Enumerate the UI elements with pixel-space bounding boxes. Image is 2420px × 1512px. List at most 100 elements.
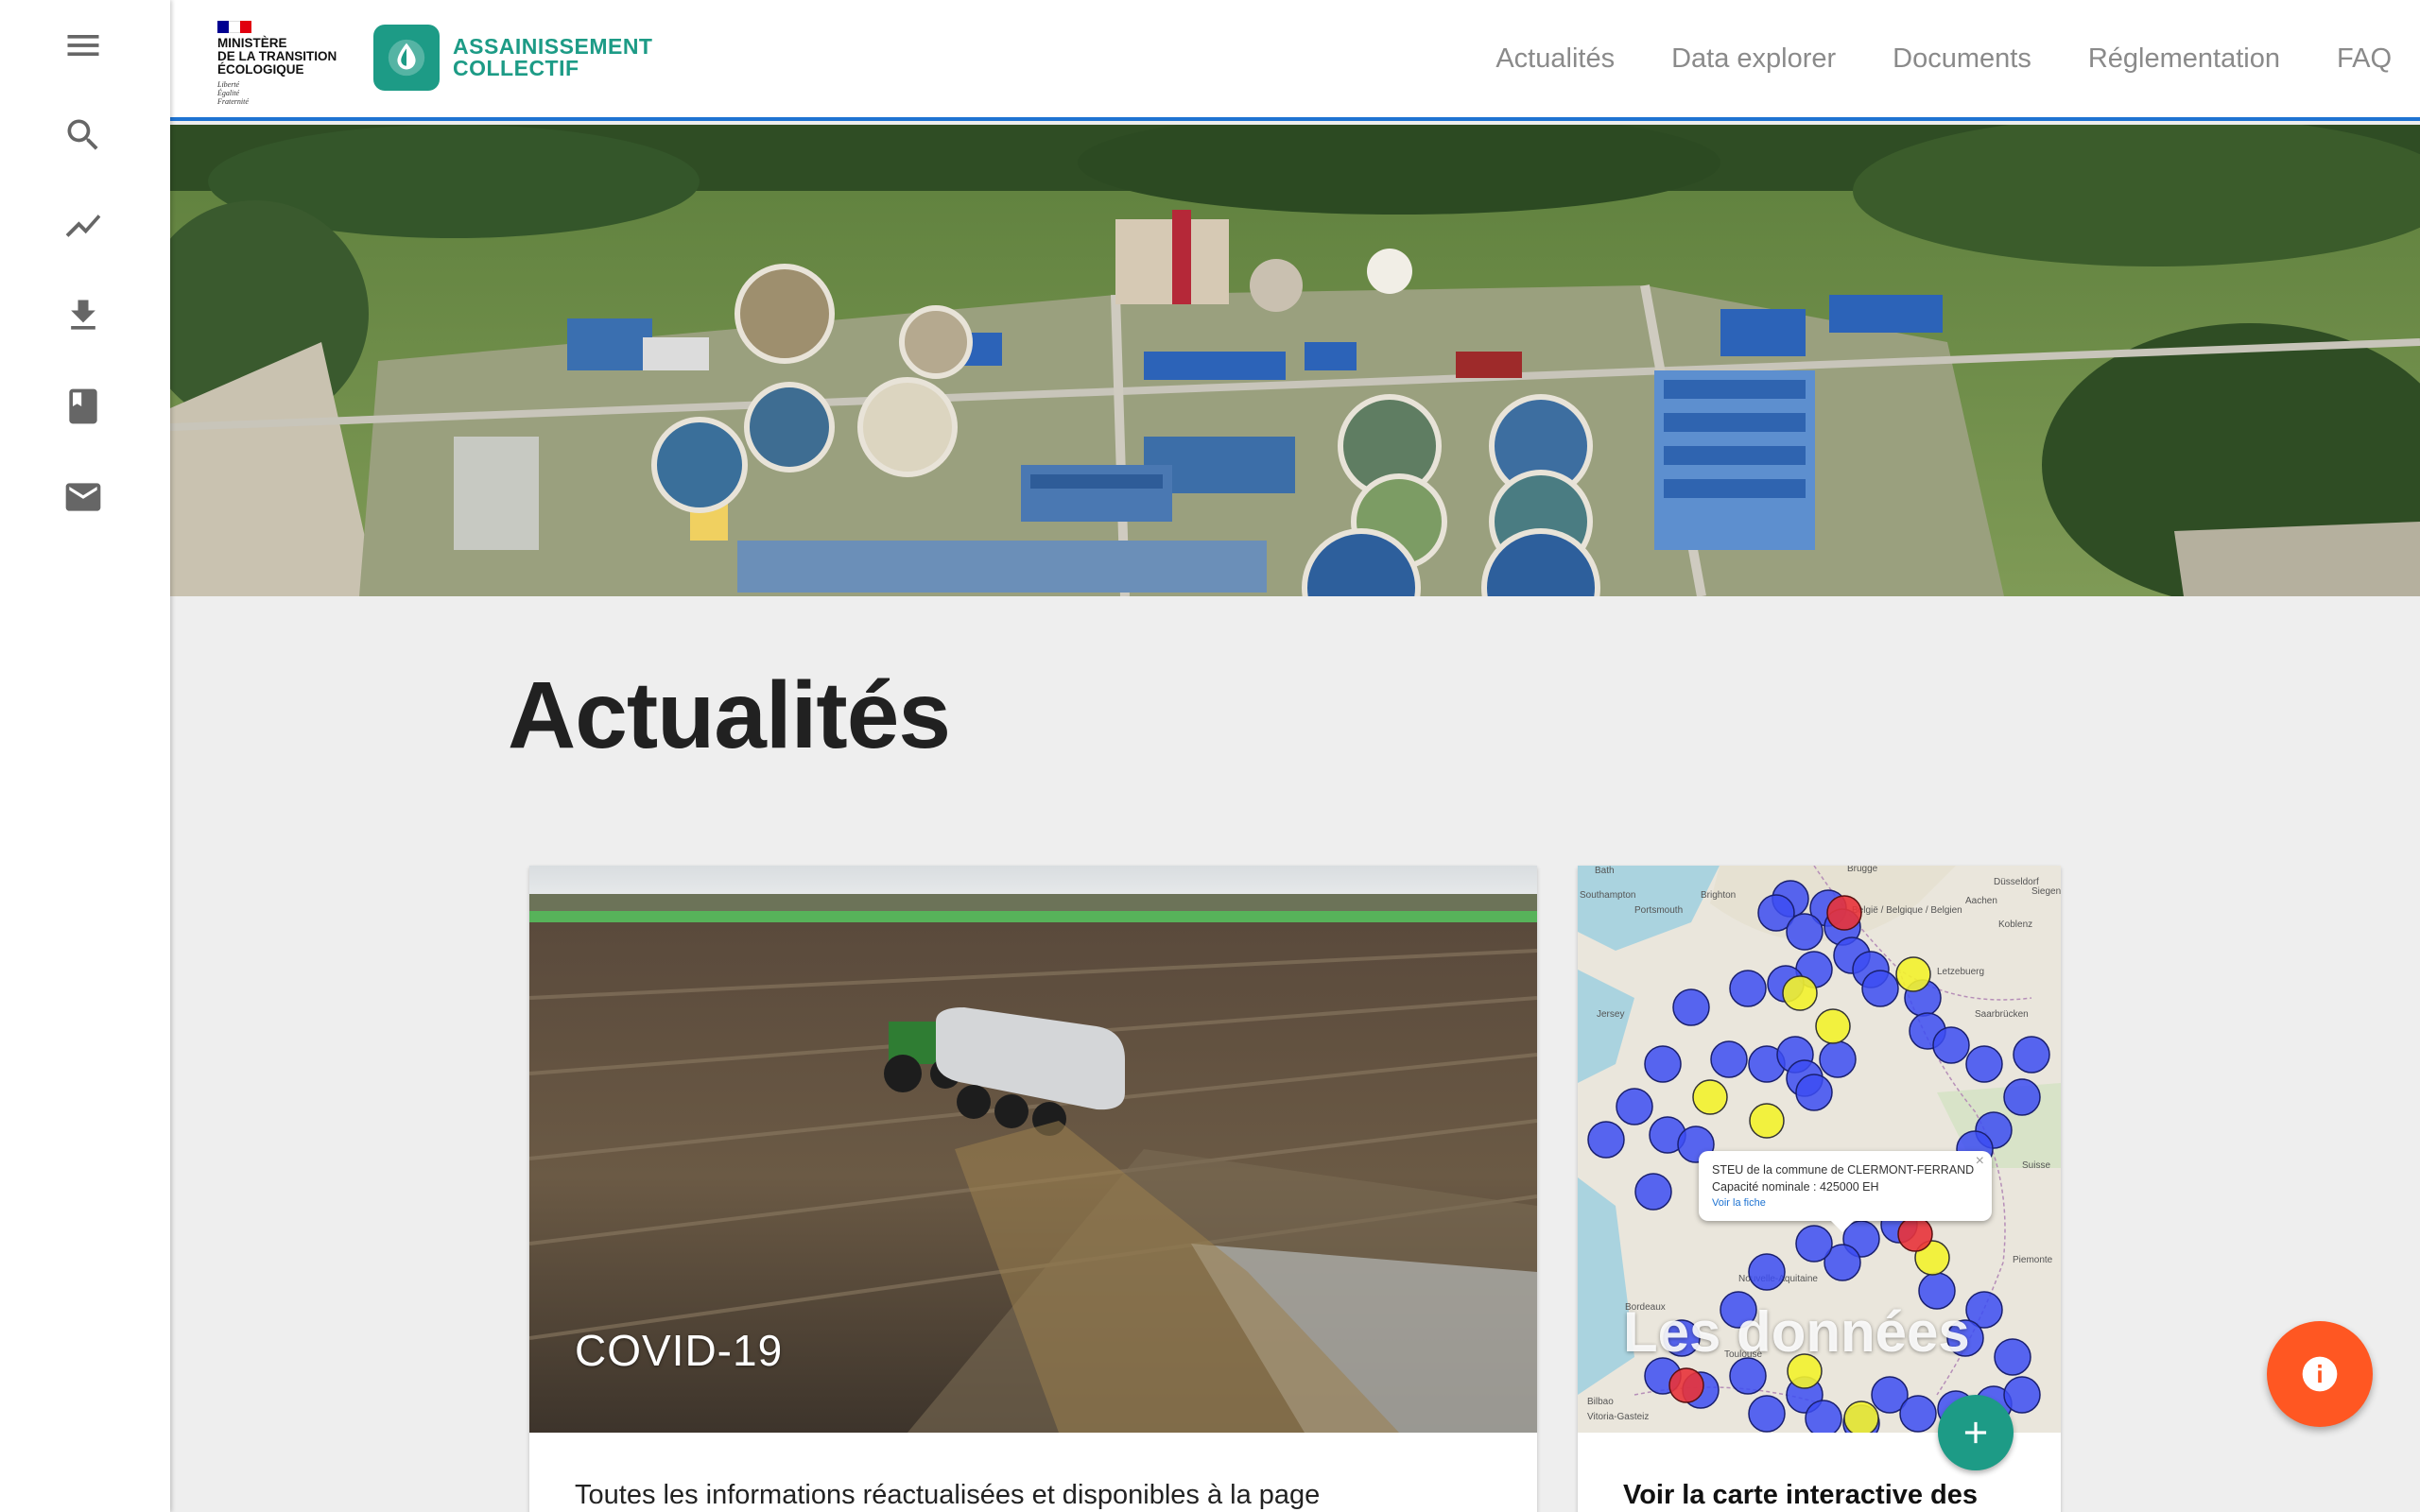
menu-button[interactable] xyxy=(47,9,119,81)
water-drop-icon xyxy=(373,25,440,91)
map-place-label: Bath xyxy=(1595,866,1615,876)
map-place-label: Suisse xyxy=(2022,1160,2050,1171)
plus-icon xyxy=(1964,1421,1987,1444)
map-marker-blue[interactable] xyxy=(1795,1225,1833,1263)
card-caption-covid: COVID-19 xyxy=(575,1326,784,1375)
map-marker-red[interactable] xyxy=(1668,1367,1704,1403)
map-marker-blue[interactable] xyxy=(1899,1395,1937,1433)
map-place-label: Portsmouth xyxy=(1634,905,1683,916)
map-marker-blue[interactable] xyxy=(1748,1395,1786,1433)
map-place-label: Siegen xyxy=(2031,886,2061,897)
app-logo-line2: COLLECTIF xyxy=(453,56,579,80)
card-image-tractor: COVID-19 xyxy=(529,866,1537,1433)
nav-faq[interactable]: FAQ xyxy=(2337,43,2392,75)
map-marker-blue[interactable] xyxy=(1587,1121,1625,1159)
map-place-label: Piemonte xyxy=(2013,1255,2053,1265)
info-icon xyxy=(2302,1356,2338,1392)
map-marker-red[interactable] xyxy=(1826,895,1862,931)
download-icon xyxy=(71,300,95,330)
map-marker-blue[interactable] xyxy=(1729,970,1767,1007)
map-marker-blue[interactable] xyxy=(2013,1036,2050,1074)
map-marker-yellow[interactable] xyxy=(1843,1400,1879,1433)
map-place-label: Vitoria-Gasteiz xyxy=(1587,1412,1649,1422)
contact-button[interactable] xyxy=(47,461,119,533)
search-button[interactable] xyxy=(47,99,119,171)
app-logo[interactable]: ASSAINISSEMENT COLLECTIF xyxy=(373,25,652,91)
nav-data-explorer[interactable]: Data explorer xyxy=(1671,43,1836,75)
add-fab-button[interactable] xyxy=(1938,1395,2014,1470)
download-button[interactable] xyxy=(47,280,119,352)
motto-line2: Égalité xyxy=(217,89,240,97)
mail-icon xyxy=(65,483,101,511)
map-marker-blue[interactable] xyxy=(1710,1040,1748,1078)
app-root: MINISTÈRE DE LA TRANSITION ÉCOLOGIQUE Li… xyxy=(0,0,2420,1512)
map-marker-blue[interactable] xyxy=(1616,1088,1653,1125)
ministry-motto: Liberté Égalité Fraternité xyxy=(217,80,350,106)
popup-close-button[interactable]: × xyxy=(1976,1153,1984,1170)
map-marker-yellow[interactable] xyxy=(1782,975,1818,1011)
side-rail xyxy=(0,0,170,1512)
map-place-label: Bilbao xyxy=(1587,1397,1614,1407)
nav-actualites[interactable]: Actualités xyxy=(1495,43,1615,75)
card-caption-data: Les données xyxy=(1623,1300,1970,1364)
motto-line1: Liberté xyxy=(217,80,240,89)
map-marker-red[interactable] xyxy=(1897,1216,1933,1252)
hero-image xyxy=(170,125,2420,596)
map-place-label: Jersey xyxy=(1597,1009,1624,1020)
map-place-label: Letzebuerg xyxy=(1937,967,1984,977)
map-marker-blue[interactable] xyxy=(1819,1040,1857,1078)
popup-link[interactable]: Voir la fiche xyxy=(1712,1195,1979,1211)
page-title: Actualités xyxy=(508,662,951,768)
ministry-name-line3: ÉCOLOGIQUE xyxy=(217,62,304,77)
map-marker-yellow[interactable] xyxy=(1692,1079,1728,1115)
ministry-logo[interactable]: MINISTÈRE DE LA TRANSITION ÉCOLOGIQUE Li… xyxy=(217,21,350,106)
search-icon xyxy=(67,119,98,150)
map-place-label: België / Belgique / Belgien xyxy=(1852,905,1962,916)
map-marker-blue[interactable] xyxy=(2003,1078,2041,1116)
map-marker-blue[interactable] xyxy=(1861,970,1899,1007)
french-flag-icon xyxy=(217,21,251,33)
map-marker-blue[interactable] xyxy=(1932,1026,1970,1064)
map-place-label: Brugge xyxy=(1847,866,1878,874)
card-map-preview: Bath Brugge Southampton Brighton Portsmouth D… xyxy=(1578,866,2061,1433)
map-marker-blue[interactable] xyxy=(1805,1400,1842,1433)
ministry-name: MINISTÈRE DE LA TRANSITION ÉCOLOGIQUE xyxy=(217,37,359,77)
data-explorer-button[interactable] xyxy=(47,190,119,262)
map-marker-blue[interactable] xyxy=(1795,1074,1833,1111)
map-place-label: Aachen xyxy=(1965,896,1997,906)
info-fab-button[interactable] xyxy=(2267,1321,2373,1427)
nav-reglementation[interactable]: Réglementation xyxy=(2088,43,2280,75)
popup-line2: Capacité nominale : 425000 EH xyxy=(1712,1180,1879,1194)
app-logo-text: ASSAINISSEMENT COLLECTIF xyxy=(453,36,652,79)
map-marker-blue[interactable] xyxy=(1748,1253,1786,1291)
map-place-label: Koblenz xyxy=(1998,919,2032,930)
map-marker-blue[interactable] xyxy=(1786,913,1824,951)
main-nav: Actualités Data explorer Documents Régle… xyxy=(1495,0,2420,117)
nav-documents[interactable]: Documents xyxy=(1893,43,2031,75)
map-popup[interactable]: STEU de la commune de CLERMONT-FERRAND C… xyxy=(1699,1151,1992,1232)
documents-button[interactable] xyxy=(47,370,119,442)
map-marker-yellow[interactable] xyxy=(1749,1103,1785,1139)
map-marker-yellow[interactable] xyxy=(1895,956,1931,992)
ministry-name-line1: MINISTÈRE xyxy=(217,36,287,50)
top-header: MINISTÈRE DE LA TRANSITION ÉCOLOGIQUE Li… xyxy=(170,0,2420,121)
news-card-covid[interactable]: COVID-19 Toutes les informations réactua… xyxy=(529,866,1537,1512)
card-text-data: Voir la carte interactive des xyxy=(1623,1480,1979,1510)
map-marker-blue[interactable] xyxy=(1672,988,1710,1026)
popup-line1: STEU de la commune de CLERMONT-FERRAND xyxy=(1712,1163,1975,1177)
map-place-label: Southampton xyxy=(1580,890,1636,901)
card-text-covid: Toutes les informations réactualisées et… xyxy=(575,1480,1321,1510)
menu-icon xyxy=(67,35,99,56)
map-marker-blue[interactable] xyxy=(2003,1376,2041,1414)
motto-line3: Fraternité xyxy=(217,97,249,106)
map-marker-blue[interactable] xyxy=(1644,1045,1682,1083)
map-marker-blue[interactable] xyxy=(1994,1338,2031,1376)
map-marker-blue[interactable] xyxy=(1634,1173,1672,1211)
app-logo-line1: ASSAINISSEMENT xyxy=(453,34,653,59)
book-icon xyxy=(69,388,97,424)
map-marker-yellow[interactable] xyxy=(1815,1008,1851,1044)
trending-icon xyxy=(65,215,101,237)
ministry-name-line2: DE LA TRANSITION xyxy=(217,49,337,63)
map-marker-blue[interactable] xyxy=(1965,1045,2003,1083)
map-place-label: Brighton xyxy=(1701,890,1736,901)
